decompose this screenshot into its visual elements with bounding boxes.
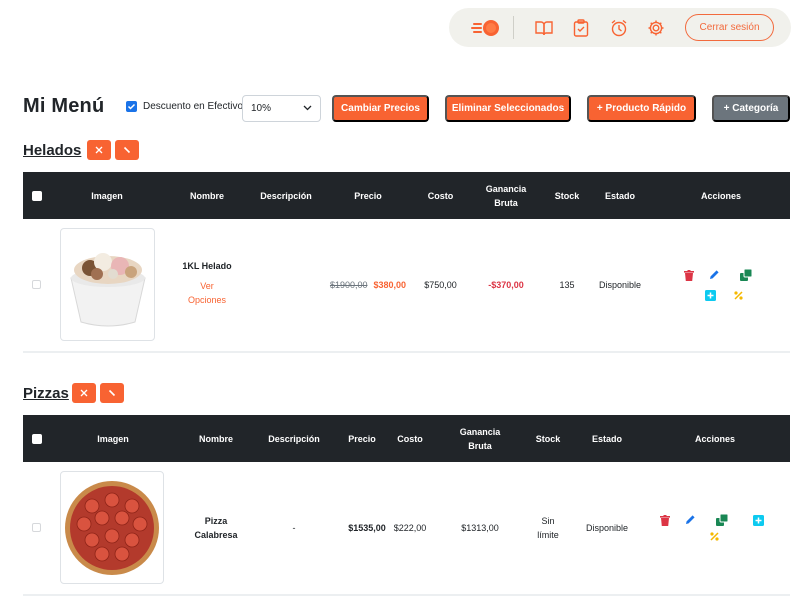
add-category-button[interactable]: + Categoría: [712, 95, 790, 122]
change-prices-button[interactable]: Cambiar Precios: [332, 95, 429, 122]
col-image: Imagen: [97, 433, 129, 444]
col-gross-profit-line1: Ganancia: [459, 426, 501, 437]
discount-select[interactable]: 10%: [242, 95, 321, 122]
copy-icon[interactable]: [716, 514, 728, 526]
col-gross-profit-line2: Bruta: [494, 197, 518, 208]
cost-cell: $222,00: [393, 523, 427, 533]
clipboard-check-icon[interactable]: [571, 18, 591, 38]
cash-discount-toggle[interactable]: Descuento en Efectivo: [126, 101, 243, 112]
table-row: Pizza Calabresa - $1535,00 $222,00 $1313…: [23, 462, 790, 596]
pencil-icon[interactable]: [708, 269, 720, 281]
quick-product-button[interactable]: + Producto Rápido: [587, 95, 696, 122]
stock-cell: 135: [559, 280, 575, 290]
discount-checkbox[interactable]: [126, 101, 137, 112]
cost-cell: $750,00: [424, 280, 457, 290]
product-name-cell: 1KL Helado Ver Opciones: [173, 259, 241, 307]
col-status: Estado: [591, 433, 622, 444]
percent-icon[interactable]: [708, 530, 720, 542]
old-price: $1900,00: [329, 280, 368, 290]
table-header: Imagen Nombre Descripción Precio Costo G…: [23, 172, 790, 219]
stock-cell: Sin límite: [526, 514, 570, 542]
select-all-checkbox[interactable]: [32, 434, 42, 444]
stock-line1: Sin: [541, 516, 555, 526]
col-price: Precio: [348, 433, 376, 444]
status-cell: Disponible: [585, 523, 629, 533]
delete-selected-button[interactable]: Eliminar Seleccionados: [445, 95, 571, 122]
row-checkbox[interactable]: [32, 280, 41, 289]
pencil-icon: [108, 384, 116, 402]
pencil-icon[interactable]: [684, 514, 696, 526]
percent-icon[interactable]: [732, 289, 744, 301]
plus-square-icon[interactable]: [752, 514, 764, 526]
top-nav: Cerrar sesión: [449, 8, 791, 47]
price-cell: $1900,00 $380,00: [323, 278, 413, 292]
product-name: 1KL Helado: [182, 261, 232, 271]
category-title: Pizzas: [23, 385, 69, 402]
col-name: Nombre: [198, 433, 233, 444]
plus-square-icon[interactable]: [704, 289, 716, 301]
col-gross-profit-line1: Ganancia: [485, 183, 527, 194]
col-description: Descripción: [268, 433, 320, 444]
discount-select-value: 10%: [251, 103, 272, 114]
col-actions: Acciones: [694, 433, 736, 444]
discounted-price: $380,00: [373, 280, 407, 290]
stock-line2: límite: [537, 530, 559, 540]
nav-divider: [513, 16, 514, 39]
chevron-down-icon: [303, 103, 312, 114]
book-icon[interactable]: [534, 18, 554, 38]
col-gross-profit: Ganancia Bruta: [445, 415, 515, 462]
delete-category-button[interactable]: [72, 383, 96, 403]
pencil-icon: [123, 141, 131, 159]
category-title: Helados: [23, 142, 82, 159]
page-title: Mi Menú: [23, 95, 105, 117]
delete-category-button[interactable]: [87, 140, 111, 160]
col-gross-profit-line2: Bruta: [468, 440, 492, 451]
logout-button[interactable]: Cerrar sesión: [685, 14, 774, 41]
trash-icon[interactable]: [659, 514, 671, 526]
trash-icon[interactable]: [683, 269, 695, 281]
gross-profit-cell: $1313,00: [461, 523, 499, 533]
product-image: [60, 228, 155, 341]
table-header: Imagen Nombre Descripción Precio Costo G…: [23, 415, 790, 462]
view-options-link-line1[interactable]: Ver: [200, 279, 214, 293]
product-name-line1: Pizza: [204, 516, 228, 526]
status-cell: Disponible: [598, 280, 642, 290]
col-description: Descripción: [260, 190, 312, 201]
edit-category-button[interactable]: [115, 140, 139, 160]
col-cost: Costo: [427, 190, 454, 201]
close-icon: [80, 384, 88, 402]
alarm-clock-icon[interactable]: [609, 18, 629, 38]
col-status: Estado: [604, 190, 635, 201]
product-image: [60, 471, 164, 584]
view-options-link-line2[interactable]: Opciones: [188, 293, 226, 307]
col-name: Nombre: [189, 190, 224, 201]
col-actions: Acciones: [700, 190, 742, 201]
edit-category-button[interactable]: [100, 383, 124, 403]
select-all-checkbox[interactable]: [32, 191, 42, 201]
brand-logo-icon[interactable]: [471, 18, 501, 38]
row-checkbox[interactable]: [32, 523, 41, 532]
col-image: Imagen: [91, 190, 123, 201]
col-stock: Stock: [535, 433, 561, 444]
copy-icon[interactable]: [740, 269, 752, 281]
description-cell: -: [292, 523, 296, 533]
table-row: 1KL Helado Ver Opciones $1900,00 $380,00…: [23, 219, 790, 353]
col-price: Precio: [354, 190, 382, 201]
discount-label: Descuento en Efectivo: [143, 101, 244, 112]
product-name-cell: Pizza Calabresa: [183, 514, 249, 542]
gross-profit-cell: -$370,00: [488, 280, 524, 290]
col-cost: Costo: [397, 433, 423, 444]
col-gross-profit: Ganancia Bruta: [475, 172, 537, 219]
gear-icon[interactable]: [646, 18, 666, 38]
col-stock: Stock: [554, 190, 580, 201]
product-name-line2: Calabresa: [194, 530, 238, 540]
close-icon: [95, 141, 103, 159]
